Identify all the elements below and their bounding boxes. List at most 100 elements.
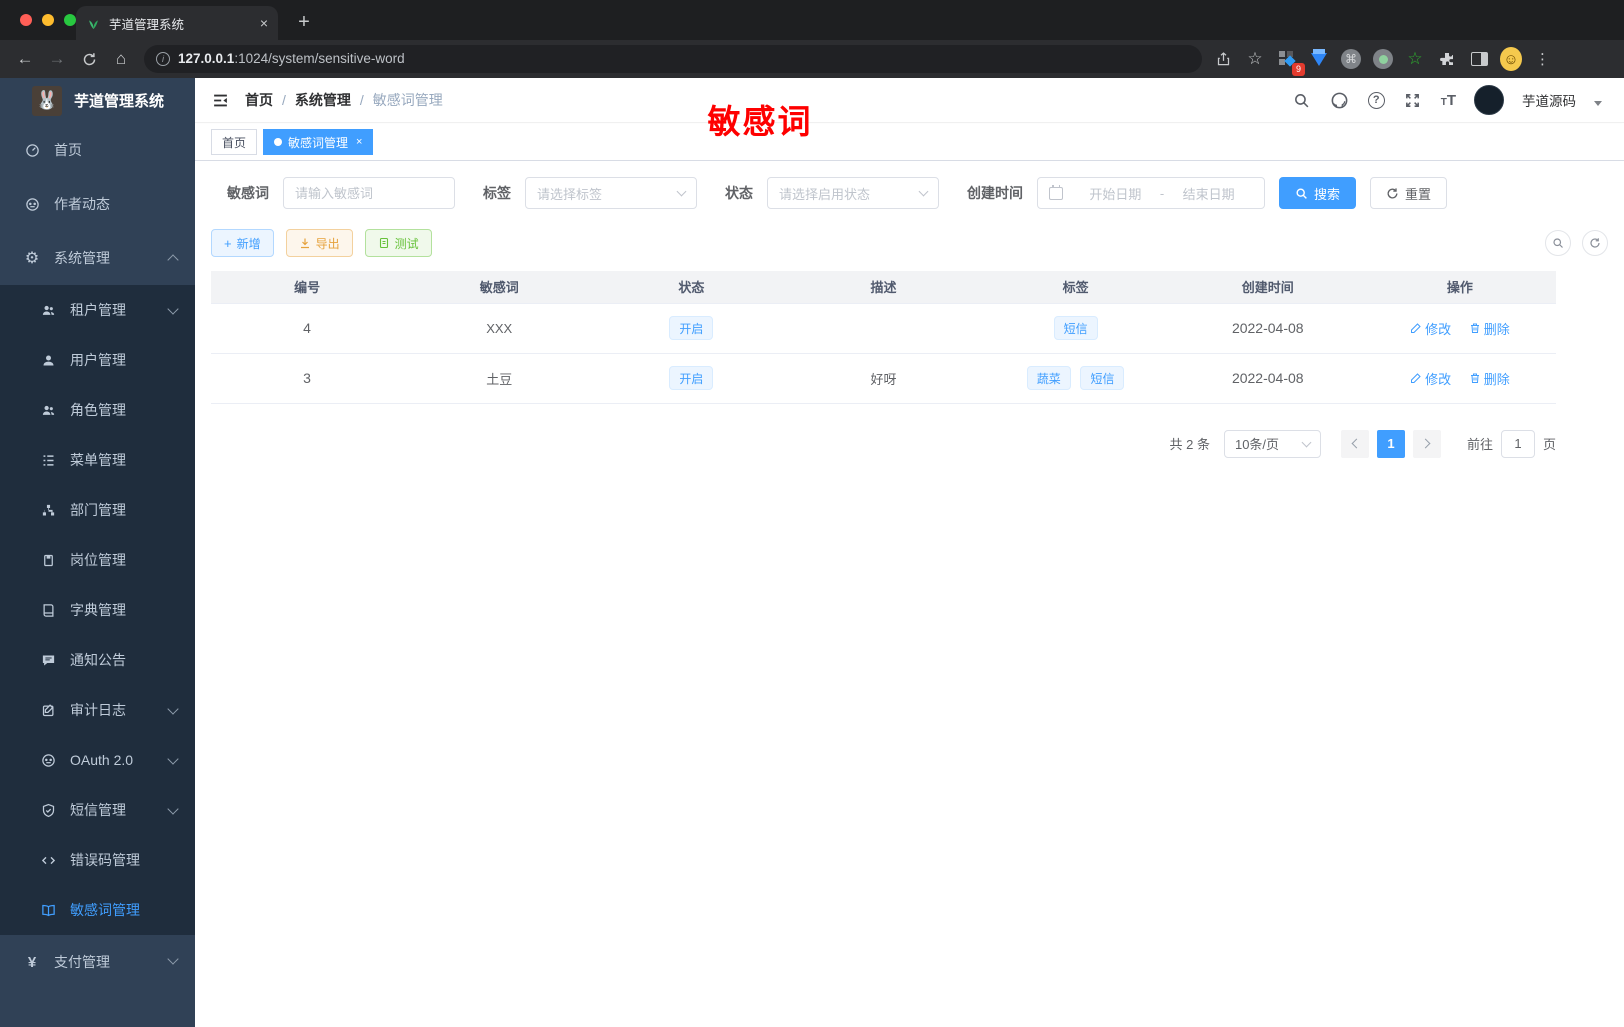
delete-link[interactable]: 删除	[1469, 369, 1510, 388]
chat-face-icon	[24, 196, 40, 212]
home-icon[interactable]: ⌂	[106, 44, 136, 74]
keyword-input[interactable]	[283, 177, 455, 209]
extension-recorder-icon[interactable]	[1372, 48, 1394, 70]
sidebar-collapse-icon[interactable]	[195, 78, 245, 123]
sidebar-item-oauth[interactable]: OAuth 2.0	[0, 735, 195, 785]
sidebar-item-post[interactable]: 岗位管理	[0, 535, 195, 585]
forward-icon[interactable]: →	[42, 44, 72, 74]
fullscreen-icon[interactable]	[1403, 90, 1423, 110]
back-icon[interactable]: ←	[10, 44, 40, 74]
help-icon[interactable]: ?	[1367, 91, 1385, 109]
sidebar-item-audit-log[interactable]: 审计日志	[0, 685, 195, 735]
browser-tabstrip: 芋道管理系统 × +	[0, 0, 1624, 40]
sidebar-item-sms[interactable]: 短信管理	[0, 785, 195, 835]
next-page-button[interactable]	[1412, 429, 1441, 458]
export-button[interactable]: 导出	[285, 229, 353, 257]
delete-link-label: 删除	[1483, 321, 1510, 337]
breadcrumb-system[interactable]: 系统管理	[295, 90, 351, 110]
show-search-icon-button[interactable]	[1545, 230, 1571, 256]
extension-command-icon[interactable]: ⌘	[1340, 48, 1362, 70]
tab-close-icon[interactable]: ×	[356, 136, 362, 148]
github-icon[interactable]	[1330, 90, 1350, 110]
new-tab-button[interactable]: +	[290, 8, 318, 36]
open-book-icon	[40, 902, 56, 918]
edit-link[interactable]: 修改	[1410, 369, 1451, 388]
sidebar-item-label: 敏感词管理	[70, 902, 140, 918]
font-size-icon[interactable]: TT	[1441, 92, 1456, 109]
browser-menu-icon[interactable]: ⋮	[1532, 48, 1554, 70]
document-icon	[379, 237, 388, 249]
yen-icon: ¥	[27, 953, 37, 971]
window-close-button[interactable]	[20, 14, 32, 26]
tag-select[interactable]: 请选择标签	[525, 177, 697, 209]
sidebar-item-author-news[interactable]: 作者动态	[0, 177, 195, 231]
tag-tab-sensitive-word[interactable]: 敏感词管理 ×	[263, 129, 374, 155]
share-icon[interactable]	[1212, 48, 1234, 70]
tab-close-icon[interactable]: ×	[260, 15, 268, 31]
sidebar-item-dict[interactable]: 字典管理	[0, 585, 195, 635]
user-menu-caret-icon[interactable]	[1594, 100, 1602, 106]
cell-desc	[787, 303, 980, 354]
date-range-picker[interactable]: 开始日期 - 结束日期	[1037, 177, 1265, 209]
status-badge: 开启	[669, 316, 714, 340]
extension-star-icon[interactable]: ☆	[1404, 48, 1426, 70]
status-select[interactable]: 请选择启用状态	[767, 177, 939, 209]
prev-page-button[interactable]	[1340, 429, 1369, 458]
reset-button[interactable]: 重置	[1370, 177, 1448, 209]
user-avatar[interactable]	[1474, 85, 1504, 115]
sidebar-item-menu[interactable]: 菜单管理	[0, 435, 195, 485]
search-button[interactable]: 搜索	[1279, 177, 1357, 209]
site-info-icon[interactable]: i	[156, 52, 170, 66]
extension-badge: 9	[1292, 63, 1305, 76]
sidebar-item-role[interactable]: 角色管理	[0, 385, 195, 435]
sidebar-item-system[interactable]: ⚙ 系统管理	[0, 231, 195, 285]
reload-icon[interactable]	[74, 44, 104, 74]
tag-tab-label: 敏感词管理	[288, 135, 349, 150]
page-unit-label: 页	[1542, 437, 1556, 452]
chevron-down-icon	[918, 186, 929, 197]
delete-link[interactable]: 删除	[1469, 319, 1510, 338]
address-bar[interactable]: i 127.0.0.1:1024/system/sensitive-word	[144, 45, 1202, 73]
sidebar-item-user[interactable]: 用户管理	[0, 335, 195, 385]
page-number-button[interactable]: 1	[1376, 429, 1405, 458]
edit-link[interactable]: 修改	[1410, 319, 1451, 338]
cell-status: 开启	[595, 303, 788, 354]
edit-link-label: 修改	[1425, 371, 1452, 387]
goto-page-input[interactable]	[1500, 429, 1535, 458]
browser-tab[interactable]: 芋道管理系统 ×	[76, 6, 278, 40]
tag-tab-home[interactable]: 首页	[211, 129, 258, 155]
sidebar-item-payment[interactable]: ¥ 支付管理	[0, 935, 195, 989]
extension-grid-icon[interactable]: 9	[1276, 48, 1305, 76]
chevron-down-icon	[1301, 437, 1312, 447]
sidebar-item-label: 通知公告	[70, 652, 126, 668]
cell-actions: 修改 删除	[1363, 303, 1556, 354]
refresh-icon	[1387, 187, 1398, 198]
sidebar-item-home[interactable]: 首页	[0, 123, 195, 177]
add-button[interactable]: + 新增	[211, 229, 274, 257]
sidebar-item-sensitive-word[interactable]: 敏感词管理	[0, 885, 195, 935]
sidebar-item-notice[interactable]: 通知公告	[0, 635, 195, 685]
book-icon	[40, 602, 56, 618]
bookmark-star-icon[interactable]: ☆	[1244, 48, 1266, 70]
header-search-icon[interactable]	[1292, 90, 1312, 110]
sidebar-item-error-code[interactable]: 错误码管理	[0, 835, 195, 885]
tag-view-bar: 首页 敏感词管理 ×	[195, 124, 1624, 161]
refresh-table-button[interactable]	[1582, 230, 1608, 256]
breadcrumb-home[interactable]: 首页	[245, 90, 273, 110]
extension-gem-icon[interactable]	[1308, 48, 1330, 70]
org-tree-icon	[40, 502, 56, 518]
user-name[interactable]: 芋道源码	[1522, 90, 1576, 110]
extensions-puzzle-icon[interactable]	[1436, 48, 1458, 70]
tag-badge: 短信	[1080, 366, 1125, 390]
window-zoom-button[interactable]	[64, 14, 76, 26]
test-button[interactable]: 测试	[364, 229, 432, 257]
page-size-select[interactable]: 10条/页	[1223, 429, 1321, 458]
sidebar-item-tenant[interactable]: 租户管理	[0, 285, 195, 335]
window-minimize-button[interactable]	[42, 14, 54, 26]
keyword-input-field[interactable]	[295, 185, 443, 201]
profile-avatar[interactable]: ☺	[1500, 47, 1522, 71]
sidebar-item-dept[interactable]: 部门管理	[0, 485, 195, 535]
sidebar-logo[interactable]: 🐰 芋道管理系统	[0, 78, 195, 123]
side-panel-icon[interactable]	[1468, 48, 1490, 70]
chevron-down-icon	[167, 753, 179, 765]
